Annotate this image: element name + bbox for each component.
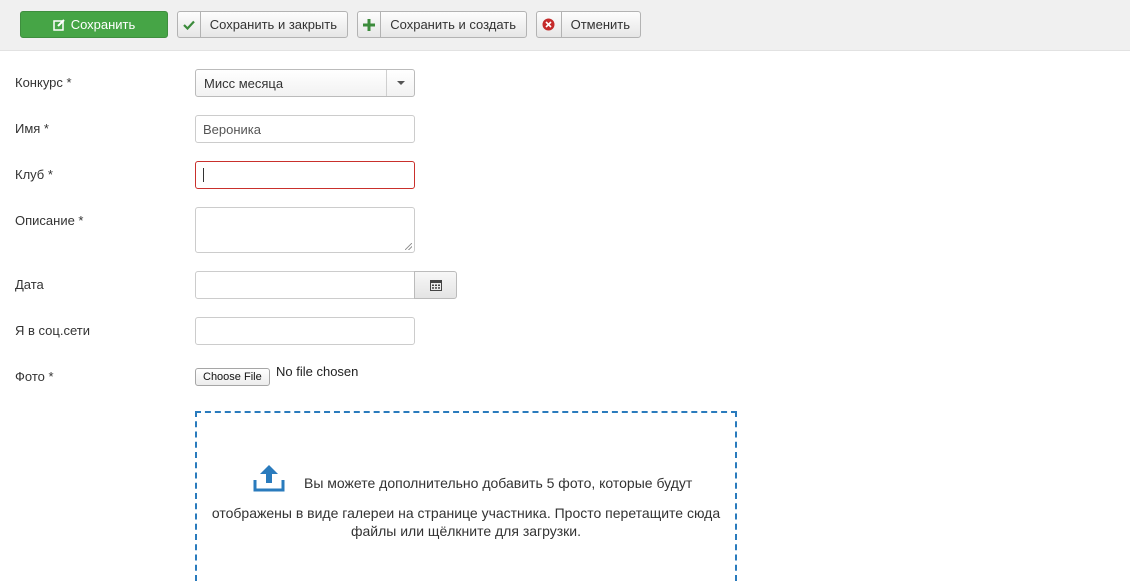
cancel-button[interactable]: Отменить [536, 11, 641, 38]
resize-handle-icon[interactable] [405, 243, 412, 250]
club-label: Клуб * [15, 167, 53, 182]
dropzone-text-line2: отображены в виде галереи на странице уч… [211, 505, 721, 539]
no-file-text: No file chosen [276, 364, 359, 379]
contest-label: Конкурс * [15, 75, 72, 90]
description-label: Описание * [15, 213, 84, 228]
social-label: Я в соц.сети [15, 323, 90, 338]
dropzone-text-line1: Вы можете дополнительно добавить 5 фото,… [304, 475, 693, 491]
social-input[interactable] [195, 317, 415, 345]
contest-value: Мисс месяца [204, 75, 284, 91]
upload-icon [252, 463, 286, 496]
save-new-label: Сохранить и создать [390, 17, 516, 32]
save-label: Сохранить [70, 17, 136, 32]
name-input[interactable]: Вероника [195, 115, 415, 143]
calendar-icon [429, 279, 442, 291]
save-new-button[interactable]: Сохранить и создать [357, 11, 527, 38]
date-input[interactable] [195, 271, 415, 299]
save-close-label: Сохранить и закрыть [209, 17, 337, 32]
save-close-button[interactable]: Сохранить и закрыть [177, 11, 348, 38]
cancel-circle-icon [537, 12, 562, 37]
date-label: Дата [15, 277, 44, 292]
plus-icon [358, 12, 382, 37]
cancel-label: Отменить [570, 17, 630, 32]
calendar-button[interactable] [414, 271, 457, 299]
choose-file-button[interactable]: Choose File [195, 368, 270, 386]
edit-icon [52, 18, 65, 31]
club-input[interactable] [195, 161, 415, 189]
name-value: Вероника [203, 121, 262, 137]
save-button[interactable]: Сохранить [20, 11, 168, 38]
description-textarea[interactable] [195, 207, 415, 253]
name-label: Имя * [15, 121, 49, 136]
photo-label: Фото * [15, 369, 54, 384]
chevron-down-icon[interactable] [386, 70, 414, 96]
check-icon [178, 12, 201, 37]
text-caret [203, 168, 204, 182]
contest-select[interactable]: Мисс месяца [195, 69, 415, 97]
toolbar: Сохранить Сохранить и закрыть Сохранить … [0, 0, 1130, 51]
photo-dropzone[interactable]: Вы можете дополнительно добавить 5 фото,… [195, 411, 737, 581]
